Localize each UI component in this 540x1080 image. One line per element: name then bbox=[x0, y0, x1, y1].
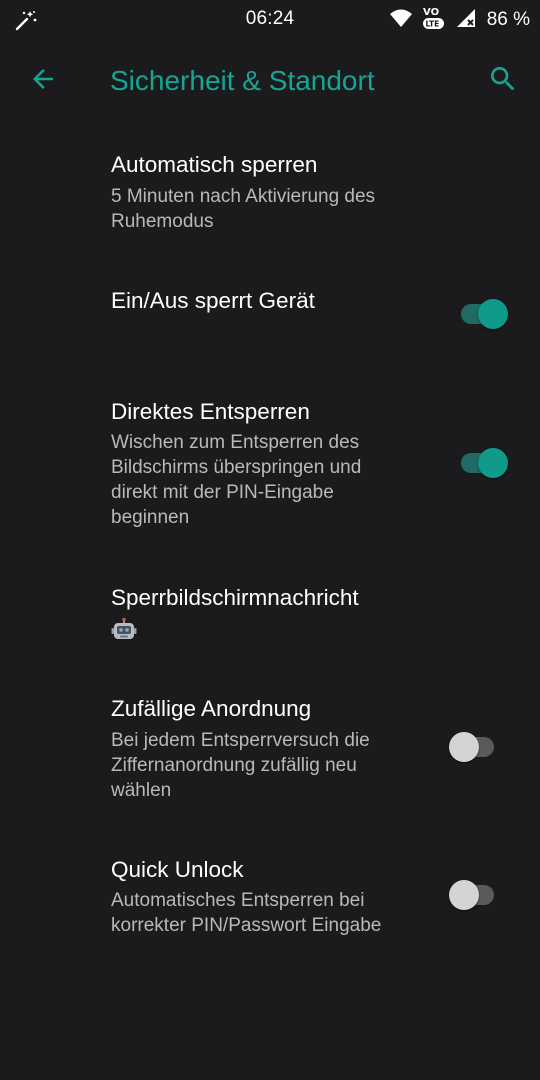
arrow-back-icon bbox=[28, 64, 58, 99]
summary-line: 5 Minuten nach Aktivierung des bbox=[111, 186, 376, 207]
svg-text:VO: VO bbox=[423, 7, 439, 18]
toolbar: Sicherheit & Standort bbox=[0, 40, 540, 122]
summary-line: direkt mit der PIN-Eingabe bbox=[111, 482, 334, 503]
summary-line: Wischen zum Entsperren des bbox=[111, 432, 360, 453]
summary-line: Bei jedem Entsperrversuch die bbox=[111, 730, 370, 751]
svg-text:LTE: LTE bbox=[425, 19, 439, 28]
pref-random-layout-summary: Bei jedem Entsperrversuch die Ziffernano… bbox=[111, 728, 431, 803]
summary-line: beginnen bbox=[111, 507, 190, 528]
summary-line: korrekter PIN/Passwort Eingabe bbox=[111, 915, 382, 936]
random-layout-toggle[interactable] bbox=[449, 729, 505, 765]
toggle-thumb bbox=[449, 880, 479, 910]
pref-direct-unlock[interactable]: Direktes Entsperren Wischen zum Entsperr… bbox=[0, 384, 540, 544]
page-title: Sicherheit & Standort bbox=[110, 65, 375, 96]
pref-lock-screen-message-title: Sperrbildschirmnachricht bbox=[111, 585, 359, 610]
battery-percent: 86 % bbox=[486, 9, 530, 30]
summary-line: Ziffernanordnung zufällig neu bbox=[111, 755, 357, 776]
pref-auto-lock[interactable]: Automatisch sperren 5 Minuten nach Aktiv… bbox=[0, 140, 540, 250]
power-button-locks-toggle[interactable] bbox=[456, 296, 512, 332]
status-icons: VO LTE 86 % bbox=[389, 6, 530, 34]
pref-auto-lock-title: Automatisch sperren bbox=[111, 152, 318, 177]
summary-line: wählen bbox=[111, 780, 172, 801]
wifi-icon bbox=[389, 7, 413, 34]
toggle-thumb bbox=[449, 732, 479, 762]
pref-power-button-locks-title: Ein/Aus sperrt Gerät bbox=[111, 288, 315, 313]
summary-line: Ruhemodus bbox=[111, 211, 214, 232]
pref-quick-unlock-summary: Automatisches Entsperren bei korrekter P… bbox=[111, 888, 451, 938]
pref-random-layout-title: Zufällige Anordnung bbox=[111, 696, 312, 721]
volte-icon: VO LTE bbox=[421, 5, 447, 36]
status-bar: 06:24 VO LTE 86 % bbox=[0, 0, 540, 40]
direct-unlock-toggle[interactable] bbox=[456, 445, 512, 481]
toggle-thumb bbox=[478, 299, 508, 329]
robot-icon bbox=[111, 617, 137, 643]
back-button[interactable] bbox=[24, 62, 62, 100]
pref-lock-screen-message[interactable]: Sperrbildschirmnachricht bbox=[0, 570, 540, 660]
summary-line: Automatisches Entsperren bei bbox=[111, 890, 365, 911]
pref-random-layout[interactable]: Zufällige Anordnung Bei jedem Entsperrve… bbox=[0, 682, 540, 812]
search-button[interactable] bbox=[484, 62, 522, 100]
search-icon bbox=[487, 63, 519, 100]
summary-line: Bildschirms überspringen und bbox=[111, 457, 362, 478]
quick-unlock-toggle[interactable] bbox=[449, 877, 505, 913]
pref-quick-unlock[interactable]: Quick Unlock Automatisches Entsperren be… bbox=[0, 842, 540, 952]
pref-direct-unlock-summary: Wischen zum Entsperren des Bildschirms ü… bbox=[111, 430, 431, 530]
pref-auto-lock-summary: 5 Minuten nach Aktivierung des Ruhemodus bbox=[111, 184, 431, 234]
pref-power-button-locks[interactable]: Ein/Aus sperrt Gerät bbox=[0, 272, 540, 362]
signal-icon bbox=[455, 7, 477, 34]
pref-direct-unlock-title: Direktes Entsperren bbox=[111, 399, 310, 424]
pref-quick-unlock-title: Quick Unlock bbox=[111, 857, 244, 882]
toggle-thumb bbox=[478, 448, 508, 478]
